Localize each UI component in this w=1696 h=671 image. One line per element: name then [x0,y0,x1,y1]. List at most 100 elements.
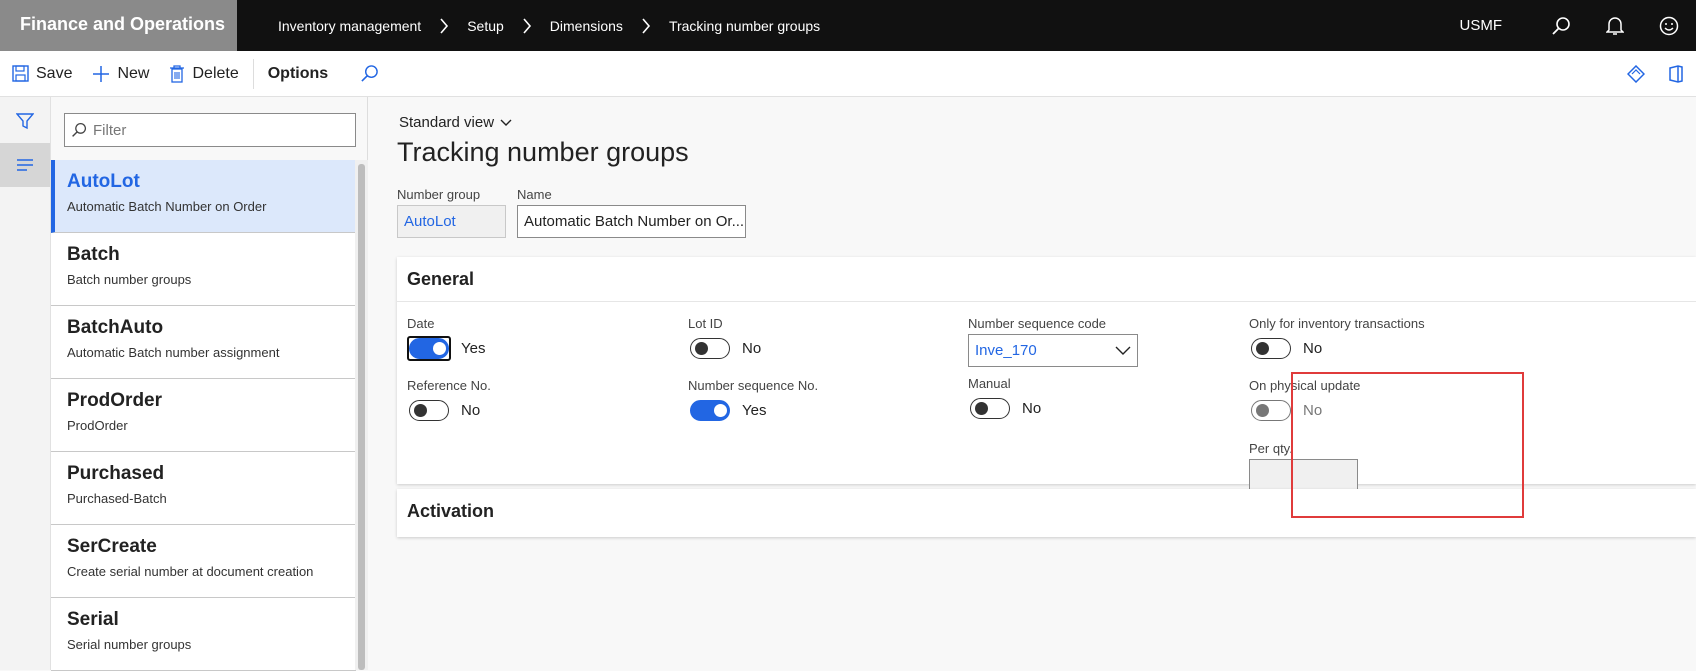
number-sequence-code-field: Number sequence code Inve_170 [968,316,1138,367]
list-pane: AutoLot Automatic Batch Number on Order … [51,97,368,670]
name-label: Name [517,187,746,202]
chevron-down-icon [500,119,512,127]
number-group-label: Number group [397,187,506,202]
list-item-title: BatchAuto [67,317,356,339]
company-picker[interactable]: USMF [1460,17,1503,34]
search-icon [360,64,379,83]
list-item-title: Purchased [67,463,356,485]
activation-header[interactable]: Activation [397,489,1696,534]
reference-no-field: Reference No. No [407,378,491,423]
date-toggle-focus [407,336,451,361]
top-bar: Finance and Operations Inventory managem… [0,0,1696,51]
breadcrumb-item-dimensions[interactable]: Dimensions [550,18,623,34]
breadcrumb-item-tracking-number-groups[interactable]: Tracking number groups [669,18,820,34]
on-physical-update-toggle[interactable] [1251,400,1291,421]
manual-toggle[interactable] [970,398,1010,419]
breadcrumb-item-setup[interactable]: Setup [467,18,504,34]
list-item-sercreate[interactable]: SerCreate Create serial number at docume… [51,525,356,598]
filter-input[interactable] [93,122,343,139]
list-item-batch[interactable]: Batch Batch number groups [51,233,356,306]
top-bar-right: USMF [1460,0,1696,51]
list-item-autolot[interactable]: AutoLot Automatic Batch Number on Order [51,160,356,233]
manual-field: Manual No [968,376,1041,421]
app-title[interactable]: Finance and Operations [0,0,237,51]
only-inventory-toggle[interactable] [1251,338,1291,359]
view-selector-label: Standard view [399,114,494,131]
date-label: Date [407,316,485,331]
list-icon [16,158,34,172]
list-item-title: SerCreate [67,536,356,558]
list-item-serial[interactable]: Serial Serial number groups [51,598,356,671]
new-label: New [117,65,149,83]
smiley-icon[interactable] [1642,0,1696,51]
list-item-desc: Serial number groups [67,637,356,652]
save-button[interactable]: Save [2,51,82,97]
trash-icon [169,65,185,83]
chevron-right-icon [439,18,449,34]
list-scrollbar[interactable] [355,160,368,670]
list-item-desc: Purchased-Batch [67,491,356,506]
number-sequence-no-label: Number sequence No. [688,378,818,393]
list-item-desc: Automatic Batch Number on Order [67,199,356,214]
view-selector[interactable]: Standard view [399,114,512,131]
manual-label: Manual [968,376,1041,391]
scrollbar-thumb[interactable] [358,164,365,670]
office-icon[interactable] [1656,51,1696,97]
action-bar-right [1616,51,1696,97]
number-sequence-no-toggle[interactable] [690,400,730,421]
header-fields: Number group AutoLot Name Automatic Batc… [397,187,757,238]
list-item-title: ProdOrder [67,390,356,412]
funnel-icon [16,112,34,130]
only-inventory-field: Only for inventory transactions No [1249,316,1425,361]
search-icon [71,122,87,138]
list-item-desc: Automatic Batch number assignment [67,345,356,360]
list-item-desc: Create serial number at document creatio… [67,564,356,579]
number-sequence-code-value: Inve_170 [975,342,1037,359]
list-item-batchauto[interactable]: BatchAuto Automatic Batch number assignm… [51,306,356,379]
lot-id-field: Lot ID No [688,316,761,361]
on-physical-update-label: On physical update [1249,378,1360,393]
action-bar: Save New Delete Options [0,51,1696,97]
lot-id-value: No [742,340,761,357]
reference-no-value: No [461,402,480,419]
lot-id-label: Lot ID [688,316,761,331]
name-field: Name Automatic Batch Number on Or... [517,187,746,238]
breadcrumb: Inventory management Setup Dimensions Tr… [278,0,820,51]
date-toggle[interactable] [409,338,449,359]
activation-fasttab: Activation [397,489,1696,537]
list-pane-button[interactable] [0,143,50,187]
list-item-title: AutoLot [67,171,356,193]
name-input[interactable]: Automatic Batch Number on Or... [517,205,746,238]
number-sequence-no-field: Number sequence No. Yes [688,378,818,423]
list-item-purchased[interactable]: Purchased Purchased-Batch [51,452,356,525]
new-button[interactable]: New [82,51,159,97]
diamond-icon[interactable] [1616,51,1656,97]
per-qty-field: Per qty. [1249,441,1358,490]
delete-button[interactable]: Delete [159,51,248,97]
reference-no-toggle[interactable] [409,400,449,421]
number-group-value[interactable]: AutoLot [397,205,506,238]
list-item-title: Batch [67,244,356,266]
breadcrumb-item-inventory-management[interactable]: Inventory management [278,18,421,34]
search-icon[interactable] [1534,0,1588,51]
on-physical-update-value: No [1303,402,1322,419]
chevron-down-icon [1115,346,1131,356]
general-header[interactable]: General [397,257,1696,302]
only-inventory-value: No [1303,340,1322,357]
filter-box [64,113,356,147]
lot-id-toggle[interactable] [690,338,730,359]
bell-icon[interactable] [1588,0,1642,51]
list-item-prodorder[interactable]: ProdOrder ProdOrder [51,379,356,452]
per-qty-label: Per qty. [1249,441,1358,456]
on-physical-update-field: On physical update No [1249,378,1360,423]
chevron-right-icon [641,18,651,34]
date-field: Date Yes [407,316,485,361]
date-value: Yes [461,340,485,357]
number-sequence-code-select[interactable]: Inve_170 [968,334,1138,367]
filter-pane-button[interactable] [0,99,50,143]
manual-value: No [1022,400,1041,417]
left-rail [0,97,51,670]
options-button[interactable]: Options [253,59,342,89]
per-qty-input[interactable] [1249,459,1358,490]
action-search-button[interactable] [350,51,396,97]
